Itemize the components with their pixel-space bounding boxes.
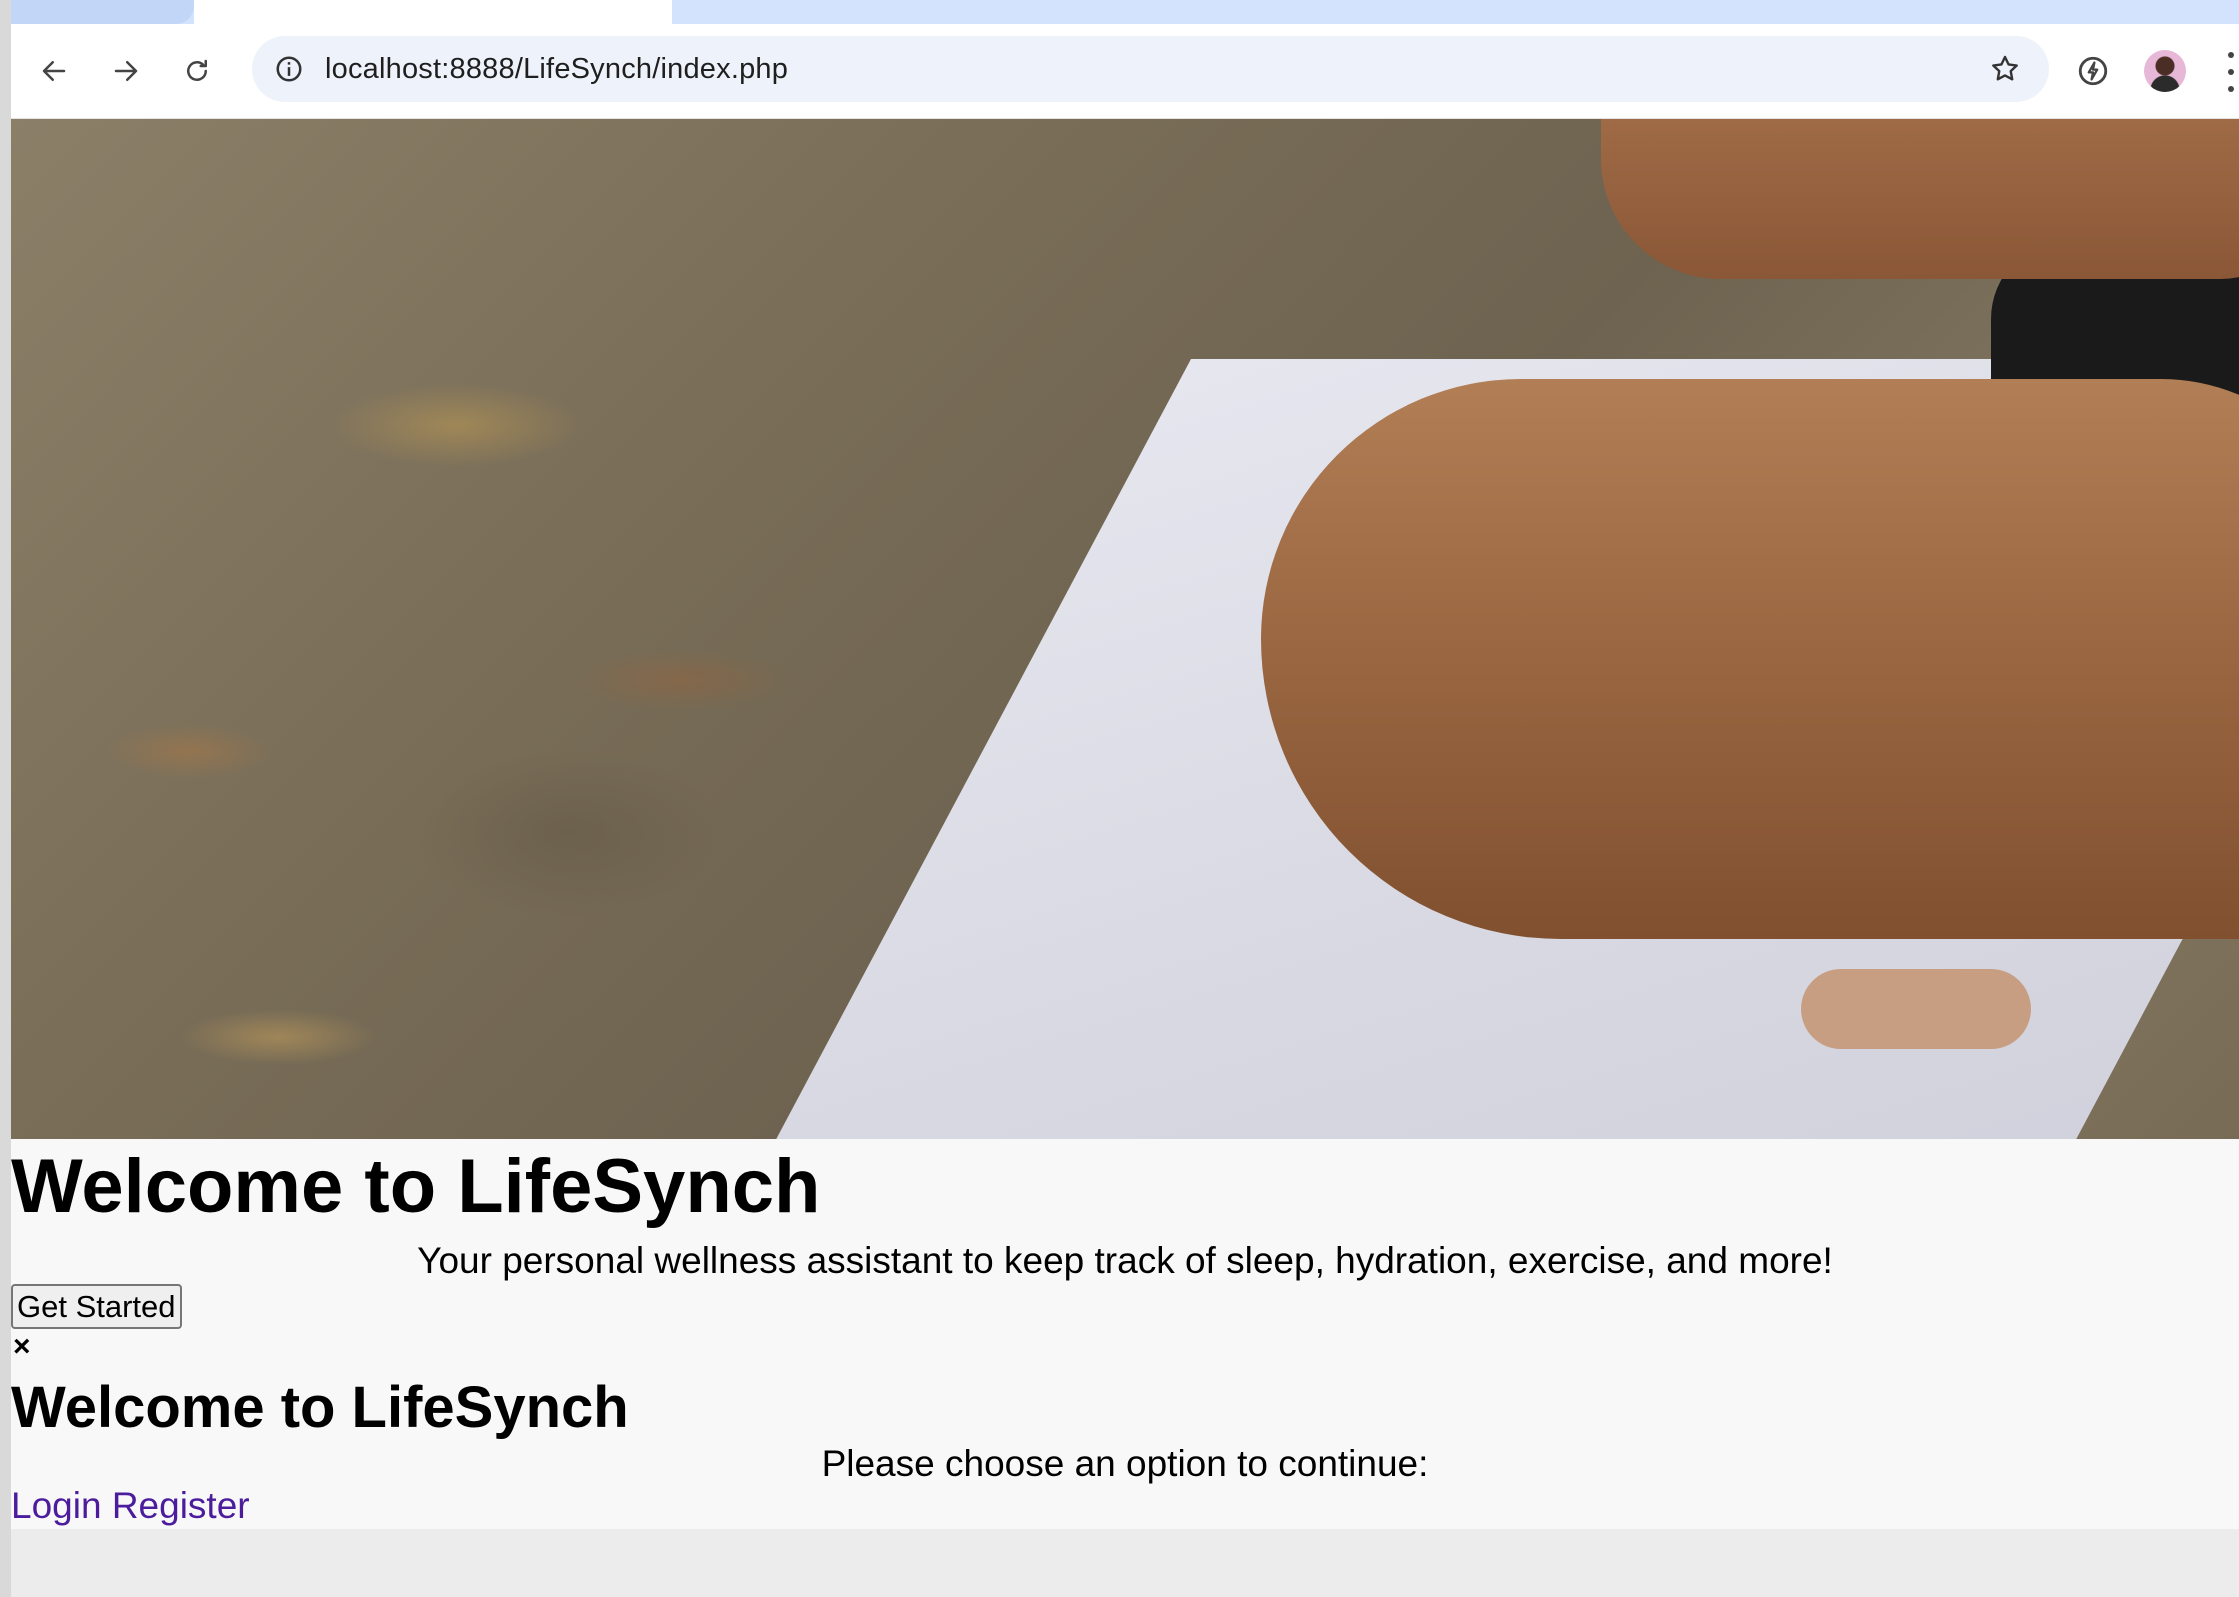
- back-button[interactable]: [31, 48, 77, 94]
- hero-background-image: [11, 119, 2239, 1139]
- kebab-menu-icon[interactable]: [2221, 52, 2239, 92]
- url-text[interactable]: localhost:8888/LifeSynch/index.php: [325, 53, 788, 86]
- arrow-left-icon: [42, 61, 66, 81]
- close-icon[interactable]: ×: [13, 1332, 31, 1362]
- reload-button[interactable]: [174, 48, 220, 94]
- bookmark-star-icon[interactable]: [1987, 51, 2023, 87]
- page-viewport: Welcome to LifeSynch Your personal welln…: [11, 119, 2239, 1529]
- background-window-edge: [0, 0, 11, 1597]
- auth-links: Login Register: [11, 1485, 250, 1527]
- hero-subtitle: Your personal wellness assistant to keep…: [417, 1240, 1833, 1281]
- browser-window: localhost:8888/LifeSynch/index.php Welco…: [0, 0, 2239, 1597]
- tab-previous[interactable]: [11, 0, 194, 24]
- tab-active[interactable]: [194, 0, 672, 24]
- address-bar[interactable]: localhost:8888/LifeSynch/index.php: [252, 36, 2049, 102]
- site-info-icon[interactable]: [272, 52, 306, 86]
- tab-strip: [11, 0, 2239, 24]
- tab-next[interactable]: [672, 0, 2239, 24]
- login-link[interactable]: Login: [11, 1485, 102, 1526]
- register-link[interactable]: Register: [112, 1485, 250, 1526]
- arm-shape: [1601, 119, 2239, 279]
- modal-prompt: Please choose an option to continue:: [821, 1443, 1429, 1484]
- crossed-leg-shape: [1261, 379, 2239, 939]
- profile-avatar[interactable]: [2144, 50, 2186, 92]
- hero-title: Welcome to LifeSynch: [11, 1144, 821, 1229]
- reload-icon: [187, 59, 207, 81]
- foot-shape: [1801, 969, 2031, 1049]
- forward-button[interactable]: [103, 48, 149, 94]
- modal-title: Welcome to LifeSynch: [11, 1375, 629, 1440]
- browser-toolbar: localhost:8888/LifeSynch/index.php: [11, 24, 2239, 119]
- arrow-right-icon: [114, 61, 138, 81]
- performance-extension-icon[interactable]: [2072, 50, 2114, 92]
- get-started-button[interactable]: Get Started: [11, 1284, 182, 1329]
